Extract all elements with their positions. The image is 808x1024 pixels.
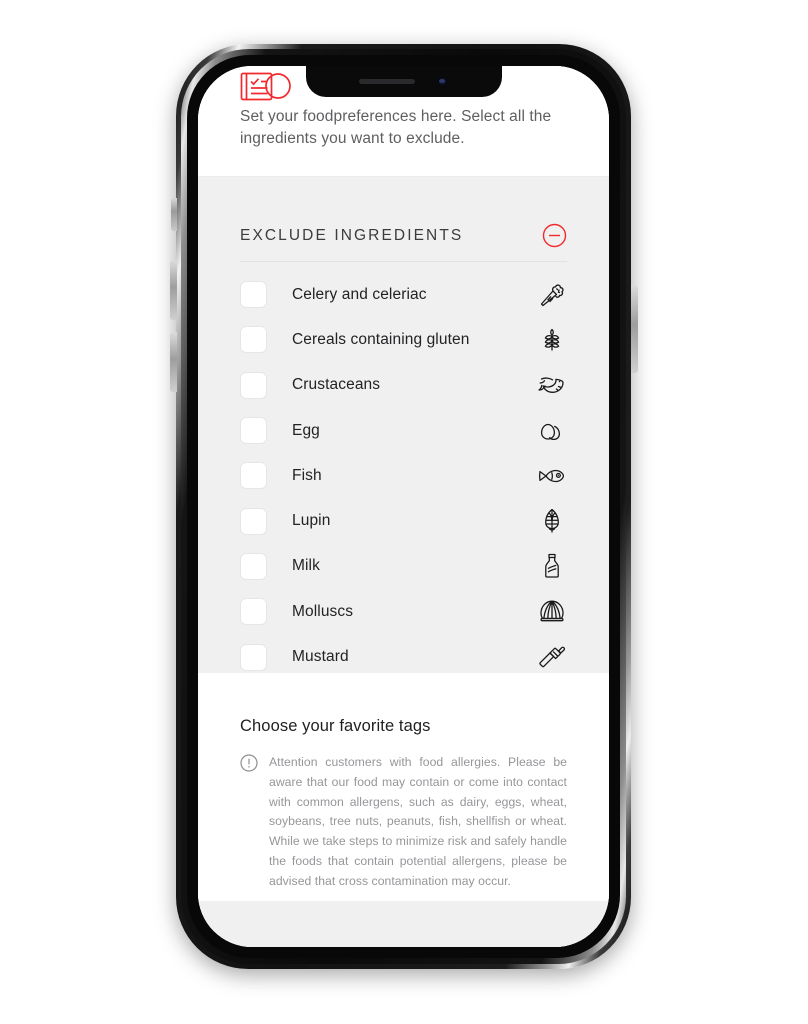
- shrimp-icon: [537, 370, 567, 400]
- fish-icon: [537, 461, 567, 491]
- allergy-disclaimer: Attention customers with food allergies.…: [240, 753, 567, 891]
- front-camera-icon: [437, 76, 448, 87]
- ingredient-label: Cereals containing gluten: [292, 330, 470, 348]
- power-button[interactable]: [631, 285, 638, 373]
- app-content: Set your foodpreferences here. Select al…: [198, 66, 609, 947]
- ingredient-checkbox[interactable]: [240, 462, 267, 490]
- ingredient-row[interactable]: Fish: [240, 453, 567, 498]
- ingredient-label: Milk: [292, 557, 320, 575]
- ingredient-row[interactable]: Milk: [240, 544, 567, 589]
- section-title: EXCLUDE INGREDIENTS: [240, 226, 464, 244]
- checklist-clipboard-icon[interactable]: [240, 72, 294, 102]
- ingredient-checkbox[interactable]: [240, 552, 267, 580]
- phone-notch: [305, 66, 502, 97]
- earpiece-speaker-icon: [359, 79, 415, 84]
- ingredient-row[interactable]: Molluscs: [240, 589, 567, 634]
- ingredient-row[interactable]: Lupin: [240, 498, 567, 543]
- egg-icon: [537, 416, 567, 446]
- ingredient-label: Crustaceans: [292, 376, 381, 394]
- disclaimer-text: Attention customers with food allergies.…: [269, 755, 567, 888]
- mute-switch-button[interactable]: [171, 198, 177, 231]
- ingredient-checkbox[interactable]: [240, 281, 267, 309]
- volume-up-button[interactable]: [170, 260, 177, 320]
- ingredient-list: Celery and celeriac Cereals containing gl…: [240, 262, 567, 673]
- phone-screen: Set your foodpreferences here. Select al…: [198, 66, 609, 947]
- ingredient-checkbox[interactable]: [240, 507, 267, 535]
- ingredient-label: Lupin: [292, 512, 331, 530]
- ingredient-label: Egg: [292, 421, 320, 439]
- shell-icon: [537, 597, 567, 627]
- ingredient-label: Molluscs: [292, 602, 354, 620]
- lupin-icon: [537, 506, 567, 536]
- ingredient-checkbox[interactable]: [240, 598, 267, 626]
- ingredient-row[interactable]: Cereals containing gluten: [240, 317, 567, 362]
- exclude-section-header: EXCLUDE INGREDIENTS: [240, 177, 567, 262]
- ingredient-label: Mustard: [292, 648, 349, 666]
- mustard-icon: [537, 642, 567, 672]
- ingredient-row[interactable]: Egg: [240, 408, 567, 453]
- milk-bottle-icon: [537, 551, 567, 581]
- wheat-icon: [537, 325, 567, 355]
- ingredient-checkbox[interactable]: [240, 371, 267, 399]
- bottom-bar: [198, 901, 609, 947]
- ingredient-checkbox[interactable]: [240, 643, 267, 671]
- circle-minus-icon[interactable]: [542, 223, 567, 248]
- volume-down-button[interactable]: [170, 332, 177, 392]
- exclamation-circle-icon: [240, 754, 258, 772]
- ingredient-label: Celery and celeriac: [292, 285, 427, 303]
- intro-text: Set your foodpreferences here. Select al…: [240, 108, 552, 148]
- ingredient-label: Fish: [292, 466, 322, 484]
- ingredient-row[interactable]: Mustard: [240, 634, 567, 673]
- celery-icon: [537, 280, 567, 310]
- tags-section-title: Choose your favorite tags: [240, 717, 431, 735]
- exclude-ingredients-panel[interactable]: EXCLUDE INGREDIENTS Celery and celeriac C…: [198, 177, 609, 673]
- ingredient-checkbox[interactable]: [240, 326, 267, 354]
- screenshot-stage: Set your foodpreferences here. Select al…: [0, 0, 808, 1024]
- ingredient-row[interactable]: Crustaceans: [240, 363, 567, 408]
- ingredient-checkbox[interactable]: [240, 417, 267, 445]
- favorite-tags-section: Choose your favorite tags Attention cust…: [198, 673, 609, 901]
- ingredient-row[interactable]: Celery and celeriac: [240, 272, 567, 317]
